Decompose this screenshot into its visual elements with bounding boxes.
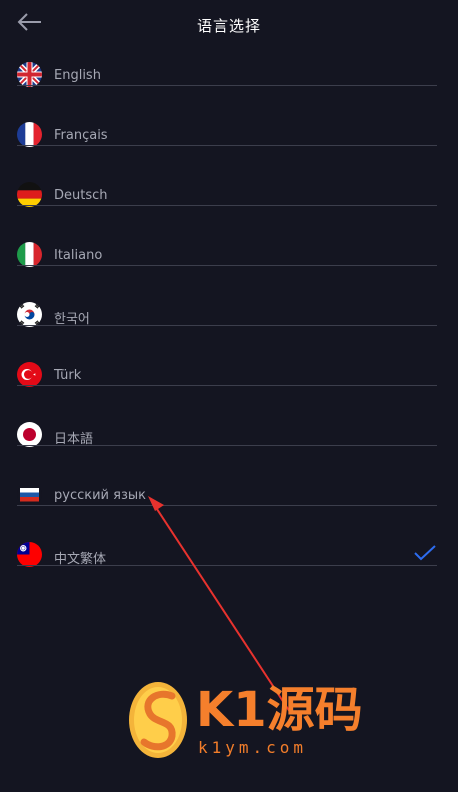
- language-item-korean[interactable]: 한국어: [0, 296, 458, 356]
- divider: [17, 145, 437, 146]
- watermark-brand: K1源码: [196, 682, 363, 738]
- language-item-french[interactable]: Français: [0, 116, 458, 176]
- language-item-russian[interactable]: русский язык: [0, 476, 458, 536]
- divider: [17, 445, 437, 446]
- language-label: Français: [54, 128, 108, 143]
- divider: [17, 265, 437, 266]
- russia-flag-icon: [17, 482, 42, 507]
- divider: [17, 385, 437, 386]
- language-label: English: [54, 68, 101, 83]
- language-item-german[interactable]: Deutsch: [0, 176, 458, 236]
- language-item-japanese[interactable]: 日本語: [0, 416, 458, 476]
- language-item-italian[interactable]: Italiano: [0, 236, 458, 296]
- language-label: Deutsch: [54, 188, 108, 203]
- divider: [17, 565, 437, 566]
- brand-logo-icon: [129, 682, 187, 758]
- turkey-flag-icon: [17, 362, 42, 387]
- language-item-turkish[interactable]: Türk: [0, 356, 458, 416]
- language-list: English Français Deutsch Italiano 한국어 Tü…: [0, 56, 458, 596]
- watermark-url: k1ym.com: [198, 738, 308, 757]
- uk-flag-icon: [17, 62, 42, 87]
- divider: [17, 205, 437, 206]
- language-item-chinese-traditional[interactable]: 中文繁体: [0, 536, 458, 596]
- page-title: 语言选择: [196, 17, 261, 35]
- header: 语言选择: [0, 0, 458, 50]
- language-label: русский язык: [54, 488, 146, 503]
- korea-flag-icon: [17, 302, 42, 327]
- japan-flag-icon: [17, 422, 42, 447]
- language-select-screen: 语言选择 English Français Deutsch Italiano 한…: [0, 0, 458, 792]
- watermark-logo: K1源码 k1ym.com: [128, 680, 363, 760]
- france-flag-icon: [17, 122, 42, 147]
- divider: [17, 85, 437, 86]
- language-label: Italiano: [54, 248, 103, 263]
- divider: [17, 505, 437, 506]
- language-label: Türk: [54, 368, 82, 383]
- italy-flag-icon: [17, 242, 42, 267]
- taiwan-flag-icon: [17, 542, 42, 567]
- checkmark-icon: [414, 545, 436, 561]
- germany-flag-icon: [17, 182, 42, 207]
- language-item-english[interactable]: English: [0, 56, 458, 116]
- divider: [17, 325, 437, 326]
